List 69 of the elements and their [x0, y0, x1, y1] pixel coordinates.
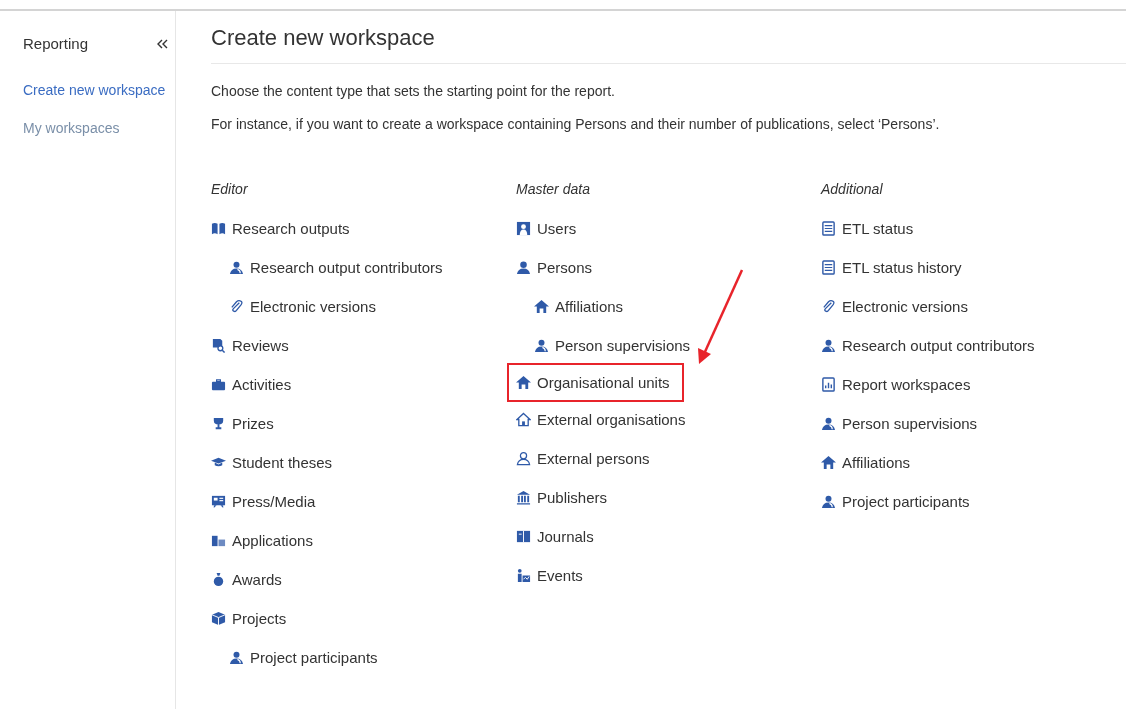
content-type-link[interactable]: Persons	[537, 259, 593, 276]
content-type-link[interactable]: Awards	[232, 571, 282, 588]
person-icon	[516, 260, 531, 275]
content-type-link[interactable]: Affiliations	[842, 454, 911, 471]
content-type-link[interactable]: Press/Media	[232, 493, 316, 510]
house-icon	[516, 375, 531, 390]
sidebar-link[interactable]: Create new workspace	[23, 82, 175, 98]
trophy-icon	[211, 416, 226, 431]
book-icon	[211, 221, 226, 236]
person-outline-icon	[516, 451, 531, 466]
content-type-link[interactable]: Prizes	[232, 415, 274, 432]
content-type-link[interactable]: Organisational units	[537, 374, 670, 391]
content-type-link[interactable]: Reviews	[232, 337, 289, 354]
page-title: Create new workspace	[211, 25, 1126, 64]
person-icon	[821, 494, 836, 509]
collapse-icon[interactable]	[156, 37, 168, 50]
content-type-link[interactable]: Applications	[232, 532, 313, 549]
content-type-link[interactable]: Publishers	[537, 489, 608, 506]
open-book-icon	[516, 529, 531, 544]
column-heading: Editor	[211, 181, 249, 199]
content-type-link[interactable]: ETL status	[842, 220, 914, 237]
report-chart-icon	[821, 377, 836, 392]
content-type-link[interactable]: Report workspaces	[842, 376, 971, 393]
content-type-link[interactable]: Activities	[232, 376, 292, 393]
content-type-link[interactable]: Electronic versions	[250, 298, 376, 315]
paperclip-icon	[821, 299, 836, 314]
content-type-link[interactable]: Person supervisions	[842, 415, 978, 432]
cube-icon	[211, 611, 226, 626]
house-icon	[534, 299, 549, 314]
intro-text: For instance, if you want to create a workspace containing Persons and their number of publications, select ‘Persons’.	[211, 116, 941, 132]
person-icon	[821, 416, 836, 431]
id-card-icon	[516, 221, 531, 236]
paperclip-icon	[229, 299, 244, 314]
briefcase-icon	[211, 377, 226, 392]
newspaper-icon	[211, 494, 226, 509]
content-type-link[interactable]: External organisations	[537, 411, 686, 428]
content-type-link[interactable]: Projects	[232, 610, 287, 627]
intro-text: Choose the content type that sets the starting point for the report.	[211, 83, 616, 99]
content-type-link[interactable]: Journals	[537, 528, 594, 545]
sidebar-link[interactable]: My workspaces	[23, 120, 175, 136]
content-type-link[interactable]: Research output contributors	[250, 259, 443, 276]
medal-icon	[211, 572, 226, 587]
content-type-link[interactable]: Electronic versions	[842, 298, 968, 315]
content-type-link[interactable]: Student theses	[232, 454, 333, 471]
house-icon	[821, 455, 836, 470]
content-type-link[interactable]: Person supervisions	[555, 337, 691, 354]
content-type-link[interactable]: Affiliations	[555, 298, 624, 315]
house-outline-icon	[516, 412, 531, 427]
column-heading: Additional	[821, 181, 884, 199]
person-icon	[534, 338, 549, 353]
presenter-icon	[516, 568, 531, 583]
person-icon	[229, 650, 244, 665]
person-icon	[229, 260, 244, 275]
content-type-link[interactable]: Project participants	[842, 493, 970, 510]
list-document-icon	[821, 260, 836, 275]
list-document-icon	[821, 221, 836, 236]
document-search-icon	[211, 338, 226, 353]
content-type-link[interactable]: Research output contributors	[842, 337, 1035, 354]
content-type-link[interactable]: Events	[537, 567, 583, 584]
sidebar-title: Reporting	[23, 35, 89, 52]
bank-building-icon	[516, 490, 531, 505]
content-type-link[interactable]: External persons	[537, 450, 650, 467]
column-heading: Master data	[516, 181, 591, 199]
content-type-link[interactable]: Users	[537, 220, 577, 237]
content-type-link[interactable]: Research outputs	[232, 220, 350, 237]
person-icon	[821, 338, 836, 353]
stacked-documents-icon	[211, 533, 226, 548]
content-type-link[interactable]: ETL status history	[842, 259, 962, 276]
content-type-link[interactable]: Project participants	[250, 649, 378, 666]
